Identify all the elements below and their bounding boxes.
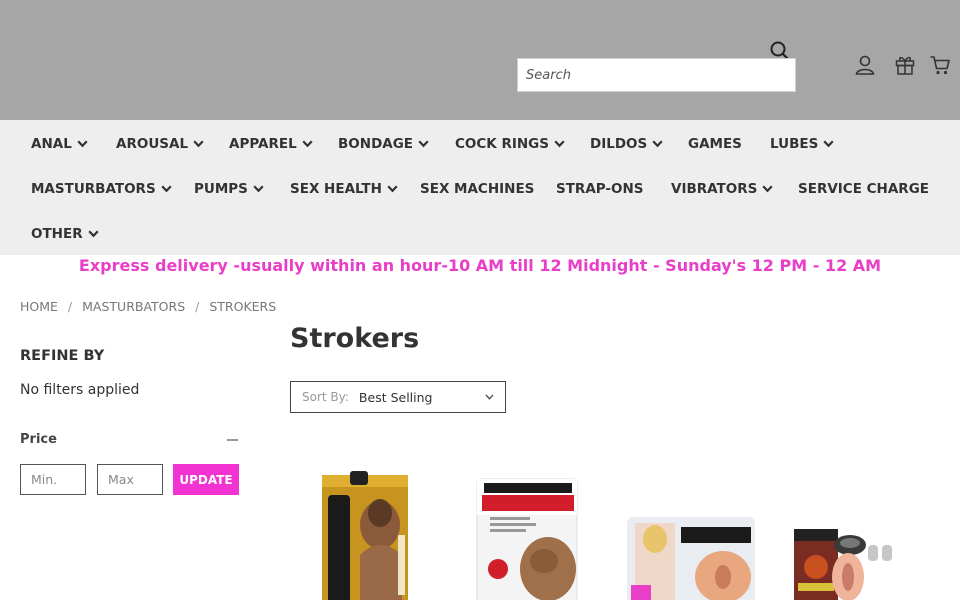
- nav-item-cock-rings[interactable]: COCK RINGS: [455, 136, 565, 152]
- chevron-down-icon: [554, 140, 565, 148]
- chevron-down-icon: [253, 185, 264, 193]
- main-nav: ANAL AROUSAL APPAREL BONDAGE COCK RINGS …: [0, 120, 960, 255]
- nav-item-label: OTHER: [31, 226, 83, 242]
- chevron-down-icon: [161, 185, 172, 193]
- breadcrumb-strokers[interactable]: STROKERS: [209, 299, 276, 314]
- price-min-input[interactable]: [20, 464, 86, 495]
- no-filters-text: No filters applied: [20, 382, 140, 398]
- nav-item-label: ANAL: [31, 136, 72, 152]
- product-image[interactable]: [625, 465, 757, 600]
- account-icon[interactable]: [854, 54, 876, 76]
- sort-label: Sort By:: [302, 390, 349, 404]
- nav-item-bondage[interactable]: BONDAGE: [338, 136, 429, 152]
- nav-item-label: DILDOS: [590, 136, 648, 152]
- chevron-down-icon: [387, 185, 398, 193]
- breadcrumb-masturbators[interactable]: MASTURBATORS: [82, 299, 185, 314]
- nav-item-vibrators[interactable]: VIBRATORS: [671, 181, 773, 197]
- nav-item-label: SEX MACHINES: [420, 181, 535, 197]
- breadcrumb-separator: /: [195, 299, 200, 314]
- nav-item-label: BONDAGE: [338, 136, 414, 152]
- sort-value: Best Selling: [358, 389, 433, 405]
- nav-item-other[interactable]: OTHER: [31, 226, 99, 242]
- search-input[interactable]: [518, 59, 795, 91]
- nav-item-apparel[interactable]: APPAREL: [229, 136, 313, 152]
- chevron-down-icon: [485, 394, 494, 400]
- nav-item-games[interactable]: GAMES: [688, 136, 742, 152]
- nav-item-label: APPAREL: [229, 136, 297, 152]
- nav-item-lubes[interactable]: LUBES: [770, 136, 834, 152]
- chevron-down-icon: [652, 140, 663, 148]
- nav-item-label: PUMPS: [194, 181, 248, 197]
- nav-item-strap-ons[interactable]: STRAP-ONS: [556, 181, 644, 197]
- nav-item-label: GAMES: [688, 136, 742, 152]
- chevron-down-icon: [77, 140, 88, 148]
- breadcrumb: HOME / MASTURBATORS / STROKERS: [20, 299, 276, 314]
- nav-item-arousal[interactable]: AROUSAL: [116, 136, 204, 152]
- chevron-down-icon: [762, 185, 773, 193]
- price-filter-label[interactable]: Price: [20, 432, 57, 447]
- collapse-icon[interactable]: [227, 439, 238, 441]
- page-title: Strokers: [290, 323, 420, 354]
- cart-icon[interactable]: [929, 54, 951, 76]
- nav-item-dildos[interactable]: DILDOS: [590, 136, 663, 152]
- nav-item-label: COCK RINGS: [455, 136, 549, 152]
- search-box: [517, 58, 796, 92]
- nav-item-anal[interactable]: ANAL: [31, 136, 88, 152]
- nav-item-sex-machines[interactable]: SEX MACHINES: [420, 181, 534, 197]
- nav-item-label: MASTURBATORS: [31, 181, 156, 197]
- product-image[interactable]: [318, 465, 410, 600]
- nav-item-label: SEX HEALTH: [290, 181, 382, 197]
- product-image[interactable]: [790, 465, 900, 600]
- nav-item-label: VIBRATORS: [671, 181, 758, 197]
- nav-item-label: LUBES: [770, 136, 819, 152]
- price-max-input[interactable]: [97, 464, 163, 495]
- product-image[interactable]: [472, 465, 582, 600]
- chevron-down-icon: [193, 140, 204, 148]
- nav-item-label: STRAP-ONS: [556, 181, 644, 197]
- chevron-down-icon: [302, 140, 313, 148]
- breadcrumb-separator: /: [67, 299, 73, 314]
- update-price-button[interactable]: UPDATE: [173, 464, 239, 495]
- chevron-down-icon: [823, 140, 834, 148]
- site-header: [0, 0, 960, 120]
- nav-item-label: AROUSAL: [116, 136, 189, 152]
- nav-item-masturbators[interactable]: MASTURBATORS: [31, 181, 172, 197]
- nav-item-pumps[interactable]: PUMPS: [194, 181, 264, 197]
- nav-item-label: SERVICE CHARGE: [798, 181, 929, 197]
- refine-heading: REFINE BY: [20, 348, 105, 364]
- breadcrumb-home[interactable]: HOME: [20, 299, 58, 314]
- chevron-down-icon: [88, 230, 99, 238]
- sort-select[interactable]: Sort By: Best Selling: [290, 381, 506, 413]
- promo-banner: Express delivery -usually within an hour…: [78, 256, 882, 275]
- chevron-down-icon: [418, 140, 429, 148]
- nav-item-sex-health[interactable]: SEX HEALTH: [290, 181, 398, 197]
- nav-item-service-charge[interactable]: SERVICE CHARGE: [798, 181, 929, 197]
- gift-icon[interactable]: [894, 54, 916, 76]
